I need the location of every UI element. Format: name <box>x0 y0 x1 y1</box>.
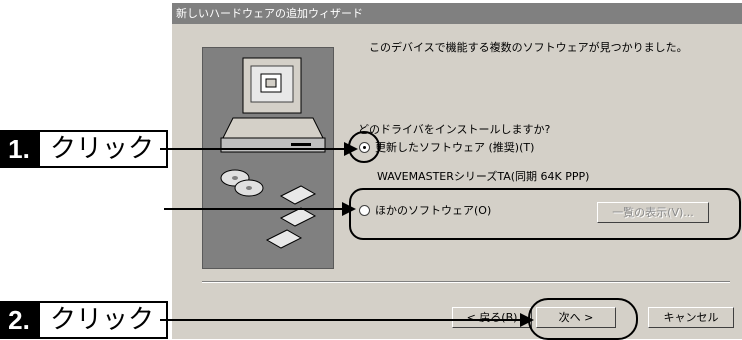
step2-text: クリック <box>38 301 169 339</box>
step1-text: クリック <box>38 130 169 168</box>
dialog-title: 新しいハードウェアの追加ウィザード <box>172 3 742 24</box>
updated-software-label[interactable]: 更新したソフトウェア (推奨)(T) <box>375 139 534 155</box>
step1-number: 1. <box>0 130 38 168</box>
step1-arrow-line <box>160 148 346 150</box>
option2-highlight <box>349 188 741 240</box>
option2-arrow-line <box>164 208 344 210</box>
step2-next-highlight <box>528 298 638 340</box>
wizard-message: このデバイスで機能する複数のソフトウェアが見つかりました。 <box>369 41 688 54</box>
cancel-button[interactable]: キャンセル <box>648 307 734 328</box>
step1-radio-highlight <box>348 131 380 163</box>
step2-number: 2. <box>0 301 38 339</box>
step2-callout: 2. クリック <box>0 301 169 339</box>
step2-arrow-line <box>160 319 522 321</box>
step1-callout: 1. クリック <box>0 130 169 168</box>
hardware-wizard-dialog: 新しいハードウェアの追加ウィザード このデバイスで機能する複数のソフトウェアが見… <box>171 2 742 339</box>
dialog-separator <box>202 281 730 283</box>
driver-question: どのドライバをインストールしますか? <box>358 123 551 136</box>
computer-illustration-icon <box>220 57 326 249</box>
device-name-label: WAVEMASTERシリーズTA(同期 64K PPP) <box>377 170 590 183</box>
wizard-illustration <box>202 47 334 269</box>
